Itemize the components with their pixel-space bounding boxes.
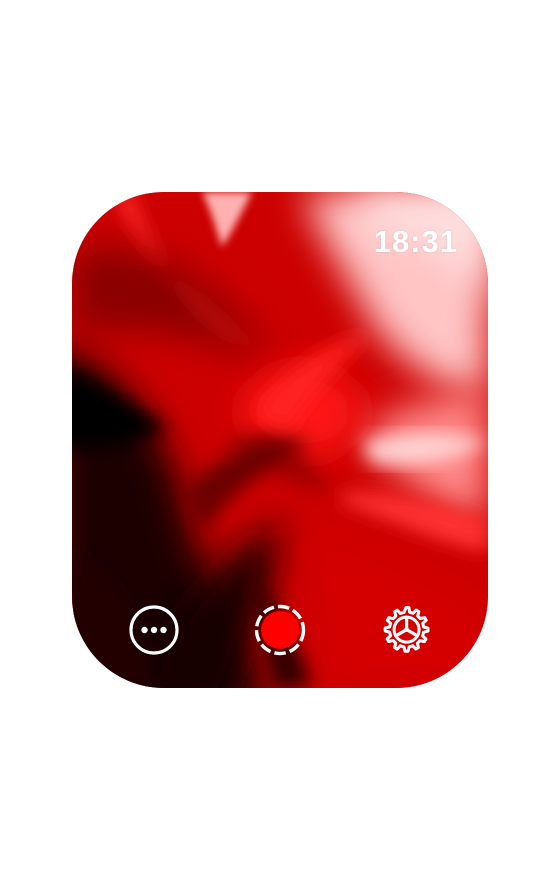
record-icon	[254, 604, 306, 656]
record-button[interactable]	[254, 604, 306, 656]
more-options-icon	[129, 605, 179, 655]
more-options-button[interactable]	[128, 604, 180, 656]
settings-button[interactable]	[380, 604, 432, 656]
watch-screen: 18:31	[72, 192, 488, 688]
settings-gear-icon	[383, 606, 430, 653]
status-time: 18:31	[373, 224, 458, 259]
bottom-toolbar	[72, 604, 488, 656]
